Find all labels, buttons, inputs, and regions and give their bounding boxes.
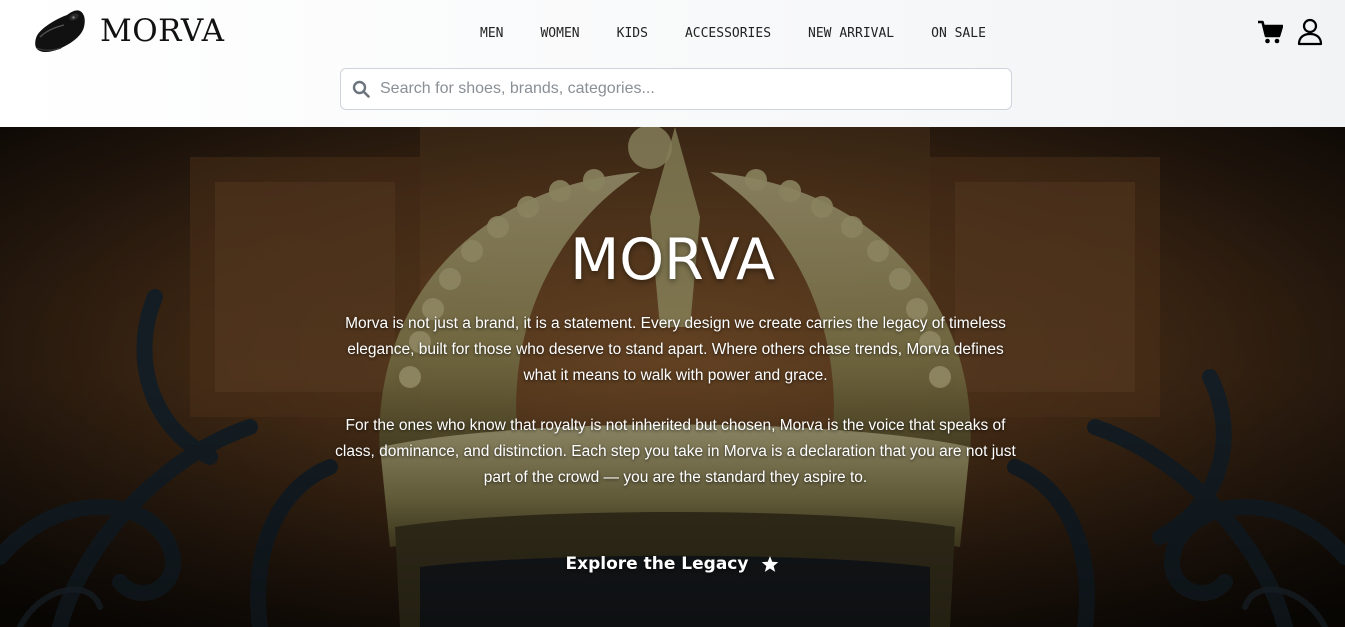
brand-logo[interactable]: MORVA (34, 7, 225, 55)
explore-legacy-button[interactable]: Explore the Legacy (566, 554, 780, 574)
header-actions (1257, 18, 1323, 46)
nav-item-new-arrival[interactable]: NEW ARRIVAL (808, 25, 894, 43)
cta-wrapper: Explore the Legacy (0, 554, 1345, 574)
nav-item-on-sale[interactable]: ON SALE (931, 25, 986, 43)
nav-item-women[interactable]: WOMEN (540, 25, 579, 43)
search-bar (340, 68, 1012, 110)
cart-icon[interactable] (1257, 19, 1283, 45)
hero-paragraph: Morva is not just a brand, it is a state… (345, 315, 1006, 384)
search-icon (352, 80, 370, 98)
star-icon (762, 556, 779, 572)
hero-section: MORVA Morva is not just a brand, it is a… (0, 127, 1345, 627)
brand-name: MORVA (100, 12, 225, 49)
nav-item-kids[interactable]: KIDS (617, 25, 648, 43)
search-input[interactable] (380, 69, 1011, 109)
user-icon[interactable] (1297, 18, 1323, 46)
hero-paragraph: For the ones who know that royalty is no… (335, 417, 1016, 486)
cta-label: Explore the Legacy (565, 554, 749, 574)
site-header: MORVA MEN WOMEN KIDS ACCESSORIES NEW ARR… (0, 0, 1345, 127)
main-nav: MEN WOMEN KIDS ACCESSORIES NEW ARRIVAL O… (480, 25, 986, 43)
loafer-shoe-icon (35, 10, 85, 52)
nav-item-men[interactable]: MEN (480, 25, 503, 43)
hero-title: MORVA (570, 227, 775, 293)
nav-item-accessories[interactable]: ACCESSORIES (685, 25, 771, 43)
